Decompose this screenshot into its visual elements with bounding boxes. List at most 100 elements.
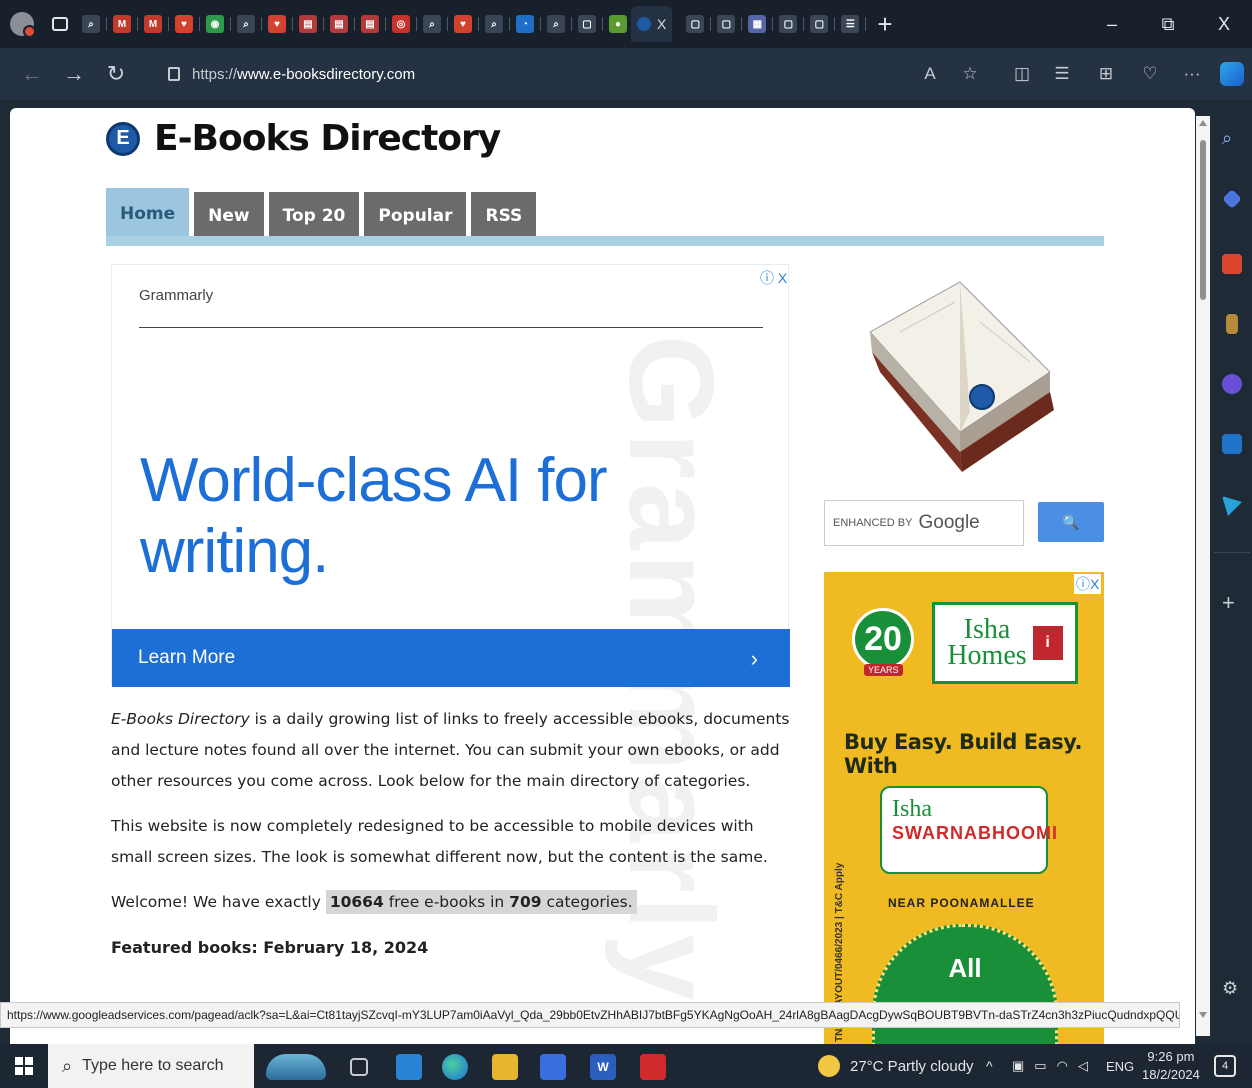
favorite-star-icon[interactable]: ☆ bbox=[958, 62, 982, 86]
add-sidebar-icon[interactable]: + bbox=[1222, 590, 1242, 615]
tab-gmail[interactable]: M bbox=[113, 15, 131, 33]
site-title[interactable]: E-Books Directory bbox=[154, 118, 501, 159]
tab-search-2[interactable]: ⌕ bbox=[237, 15, 255, 33]
sidebar-search-icon[interactable]: ⌕ bbox=[1222, 128, 1242, 148]
settings-gear-icon[interactable]: ⚙ bbox=[1222, 978, 1242, 998]
ad-tagline: Buy Easy. Build Easy. With bbox=[844, 730, 1082, 778]
file-explorer-icon[interactable] bbox=[492, 1054, 518, 1080]
nav-top20[interactable]: Top 20 bbox=[268, 192, 360, 240]
tab-doc-4[interactable]: ▢ bbox=[779, 15, 798, 33]
nav-home[interactable]: Home bbox=[106, 188, 190, 240]
store-icon[interactable] bbox=[540, 1054, 566, 1080]
tab-doc-2[interactable]: ▢ bbox=[686, 15, 705, 33]
intro-content: E-Books Directory is a daily growing lis… bbox=[111, 704, 791, 963]
notifications-icon[interactable]: 4 bbox=[1214, 1044, 1236, 1088]
word-icon[interactable]: W bbox=[590, 1054, 616, 1080]
redesign-paragraph: This website is now completely redesigne… bbox=[111, 817, 768, 866]
tab-list-doc[interactable]: ☰ bbox=[841, 15, 860, 33]
tab-pdf[interactable]: ▤ bbox=[299, 15, 317, 33]
nav-rss[interactable]: RSS bbox=[471, 192, 537, 240]
tab-bookmark-2[interactable]: ♥ bbox=[268, 15, 286, 33]
isha-homes-ad[interactable]: 20 YEARS Isha Homes i Buy Easy. Build Eas… bbox=[824, 572, 1104, 1044]
health-icon[interactable]: ♡ bbox=[1138, 62, 1162, 86]
outlook-icon[interactable] bbox=[1222, 434, 1242, 454]
task-view-icon[interactable] bbox=[350, 1058, 368, 1076]
profile-avatar[interactable] bbox=[10, 12, 36, 38]
tab-pdf-3[interactable]: ▤ bbox=[361, 15, 379, 33]
mail-icon[interactable] bbox=[396, 1054, 422, 1080]
favorites-icon[interactable]: ☰ bbox=[1050, 62, 1074, 86]
web-page: E E-Books Directory Home New Top 20 Popu… bbox=[10, 108, 1195, 1044]
site-logo-icon[interactable]: E bbox=[106, 121, 140, 156]
taskbar-search-input[interactable]: ⌕ Type here to search bbox=[48, 1044, 254, 1088]
send-icon[interactable] bbox=[1222, 496, 1242, 516]
active-tab[interactable]: X bbox=[631, 6, 673, 42]
office-icon[interactable] bbox=[1222, 374, 1242, 394]
tab-bookmark[interactable]: ♥ bbox=[175, 15, 193, 33]
clock[interactable]: 9:26 pm 18/2/2024 bbox=[1142, 1044, 1200, 1088]
search-button[interactable]: 🔍 bbox=[1038, 502, 1104, 542]
tools-icon[interactable] bbox=[1222, 254, 1242, 274]
copilot-icon[interactable] bbox=[1220, 62, 1244, 86]
back-button[interactable]: ← bbox=[14, 56, 50, 92]
shopping-icon[interactable] bbox=[1222, 189, 1242, 209]
tab-doc-3[interactable]: ▢ bbox=[717, 15, 736, 33]
weather-icon bbox=[818, 1055, 840, 1077]
ad-brand: Grammarly bbox=[139, 287, 214, 304]
battery-icon[interactable]: ▭ bbox=[1034, 1058, 1046, 1074]
acrobat-icon[interactable] bbox=[640, 1054, 666, 1080]
side-ad-close-icon[interactable]: ⓘX bbox=[1074, 574, 1102, 594]
refresh-button[interactable]: ↻ bbox=[98, 56, 134, 92]
tab-search[interactable]: ⌕ bbox=[82, 15, 100, 33]
new-tab-button[interactable]: + bbox=[877, 9, 892, 40]
split-screen-icon[interactable]: ◫ bbox=[1010, 62, 1034, 86]
nav-popular[interactable]: Popular bbox=[364, 192, 467, 240]
scroll-down-icon[interactable] bbox=[1199, 1012, 1207, 1018]
collections-icon[interactable]: ⊞ bbox=[1094, 62, 1118, 86]
tab-doc[interactable]: ▢ bbox=[578, 15, 596, 33]
language-indicator[interactable]: ENG bbox=[1106, 1044, 1134, 1088]
minimize-button[interactable]: – bbox=[1084, 0, 1140, 48]
close-window-button[interactable]: X bbox=[1196, 0, 1252, 48]
close-tab-icon[interactable]: X bbox=[657, 16, 666, 32]
tab-gmail-2[interactable]: M bbox=[144, 15, 162, 33]
ad-close-icon[interactable]: ⓘ X bbox=[760, 268, 787, 288]
more-icon[interactable]: ··· bbox=[1180, 62, 1204, 86]
learn-more-button[interactable]: Learn More › bbox=[112, 629, 790, 687]
tab-actions-icon[interactable] bbox=[52, 17, 68, 31]
tab-search-3[interactable]: ⌕ bbox=[423, 15, 441, 33]
tab-doc-5[interactable]: ▢ bbox=[810, 15, 829, 33]
forward-button[interactable]: → bbox=[56, 56, 92, 92]
tab-search-5[interactable]: ⌕ bbox=[547, 15, 565, 33]
tab-strip: ⌕ M M ♥ ◉ ⌕ ♥ ▤ ▤ ▤ ◎ ⌕ ♥ ⌕ ◔ ⌕ ▢ ● X ▢ … bbox=[0, 0, 1252, 48]
edge-browser-icon[interactable] bbox=[442, 1054, 468, 1080]
whale-widget-icon[interactable] bbox=[266, 1054, 326, 1080]
tab-grid[interactable]: ▦ bbox=[748, 15, 767, 33]
scroll-up-icon[interactable] bbox=[1199, 120, 1207, 126]
tab-red[interactable]: ◎ bbox=[392, 15, 410, 33]
google-search-input[interactable]: ENHANCED BY Google bbox=[824, 500, 1024, 546]
tab-green[interactable]: ◉ bbox=[206, 15, 224, 33]
restore-button[interactable]: ⧉ bbox=[1140, 0, 1196, 48]
games-icon[interactable] bbox=[1226, 314, 1238, 334]
wifi-icon[interactable]: ◠ bbox=[1057, 1058, 1068, 1074]
read-aloud-icon[interactable]: A bbox=[918, 62, 942, 86]
nav-new[interactable]: New bbox=[194, 192, 264, 240]
page-scrollbar[interactable] bbox=[1196, 116, 1210, 1036]
windows-start-icon[interactable] bbox=[15, 1057, 33, 1075]
tab-blue[interactable]: ◔ bbox=[516, 15, 534, 33]
tab-bookmark-3[interactable]: ♥ bbox=[454, 15, 472, 33]
tab-lime[interactable]: ● bbox=[609, 15, 627, 33]
intro-paragraph: E-Books Directory is a daily growing lis… bbox=[111, 704, 791, 797]
grammarly-ad[interactable]: Grammarly Grammarly World-class AI for w… bbox=[111, 264, 790, 1005]
meet-icon[interactable]: ▣ bbox=[1012, 1058, 1024, 1074]
years-label: YEARS bbox=[864, 664, 903, 676]
scroll-thumb[interactable] bbox=[1200, 140, 1206, 300]
volume-icon[interactable]: ◁ bbox=[1078, 1058, 1088, 1074]
ad-headline[interactable]: World-class AI for writing. bbox=[140, 445, 788, 587]
tab-search-4[interactable]: ⌕ bbox=[485, 15, 503, 33]
tray-overflow-icon[interactable]: ^ bbox=[986, 1044, 993, 1088]
tab-pdf-2[interactable]: ▤ bbox=[330, 15, 348, 33]
url-field[interactable]: https://www.e-booksdirectory.com bbox=[150, 56, 990, 92]
weather-widget[interactable]: 27°C Partly cloudy bbox=[818, 1044, 974, 1088]
